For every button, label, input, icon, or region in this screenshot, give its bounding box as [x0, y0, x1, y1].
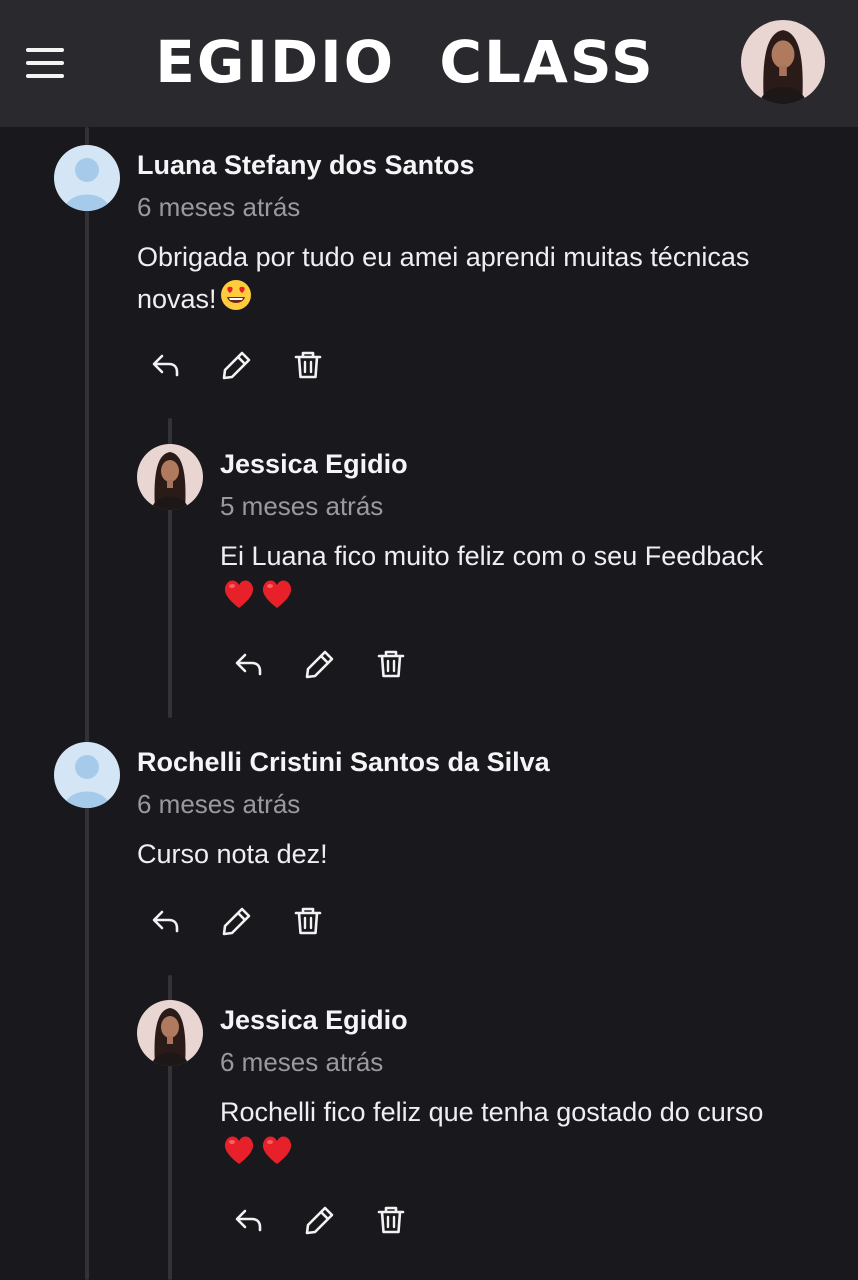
comment-author: Luana Stefany dos Santos — [137, 150, 475, 180]
trash-icon[interactable] — [288, 901, 328, 941]
reply-actions — [229, 644, 442, 684]
comment-author: Rochelli Cristini Santos da Silva — [137, 747, 550, 777]
reply-author: Jessica Egidio — [220, 1005, 408, 1035]
reply-time: 6 meses atrás — [220, 1047, 384, 1077]
comment-text: Curso nota dez! — [137, 839, 328, 869]
heart-eyes-emoji — [219, 278, 253, 324]
comment-actions — [146, 901, 359, 941]
edit-pencil-icon[interactable] — [300, 1200, 340, 1240]
reply-icon[interactable] — [229, 1200, 269, 1240]
user-avatar — [54, 742, 120, 808]
edit-pencil-icon[interactable] — [217, 345, 257, 385]
edit-pencil-icon[interactable] — [300, 644, 340, 684]
profile-avatar[interactable] — [741, 20, 825, 104]
red-heart-icon — [260, 1133, 296, 1179]
comment-actions — [146, 345, 359, 385]
jessica-avatar — [137, 1000, 203, 1066]
hamburger-menu-icon[interactable] — [26, 46, 66, 80]
red-heart-icon — [222, 1133, 258, 1179]
red-heart-icon — [222, 577, 258, 623]
reply-author: Jessica Egidio — [220, 449, 408, 479]
jessica-avatar — [137, 444, 203, 510]
reply-text: Rochelli fico feliz que tenha gostado do… — [220, 1092, 800, 1179]
reply-text: Ei Luana fico muito feliz com o seu Feed… — [220, 536, 780, 623]
edit-pencil-icon[interactable] — [217, 901, 257, 941]
reply-icon[interactable] — [229, 644, 269, 684]
comment-text: Obrigada por tudo eu amei aprendi muitas… — [137, 237, 757, 324]
app-header: EGIDIO CLASS — [0, 0, 858, 127]
trash-icon[interactable] — [371, 644, 411, 684]
comment-time: 6 meses atrás — [137, 192, 301, 222]
reply-icon[interactable] — [146, 901, 186, 941]
red-heart-icon — [260, 577, 296, 623]
comment-time: 6 meses atrás — [137, 789, 301, 819]
trash-icon[interactable] — [288, 345, 328, 385]
user-avatar — [54, 145, 120, 211]
trash-icon[interactable] — [371, 1200, 411, 1240]
reply-time: 5 meses atrás — [220, 491, 384, 521]
brand-logo: EGIDIO CLASS — [155, 28, 655, 96]
reply-icon[interactable] — [146, 345, 186, 385]
reply-actions — [229, 1200, 442, 1240]
thread-line — [85, 127, 89, 1280]
